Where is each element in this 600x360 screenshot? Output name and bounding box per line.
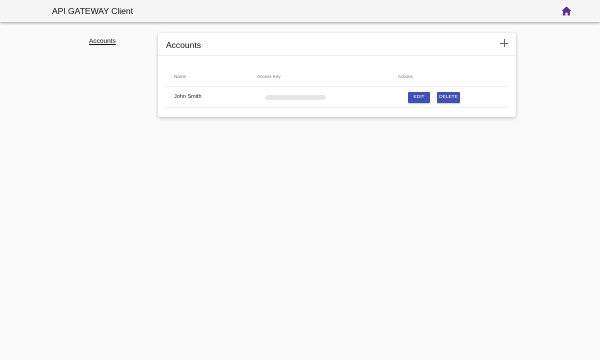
column-header-access-key: Access Key <box>257 74 281 79</box>
table-row: John Smith EDIT DELETE <box>166 88 508 108</box>
delete-button[interactable]: DELETE <box>437 92 460 103</box>
account-name-cell: John Smith <box>174 94 202 100</box>
home-button[interactable] <box>561 6 572 16</box>
edit-button[interactable]: EDIT <box>408 92 430 103</box>
card-title: Accounts <box>166 40 201 50</box>
column-header-actions: Actions <box>398 74 413 79</box>
app-title: API GATEWAY Client <box>52 6 133 16</box>
access-key-redacted <box>265 95 326 100</box>
sidebar-item-accounts[interactable]: Accounts <box>89 38 116 45</box>
add-account-plus-icon[interactable] <box>500 39 508 47</box>
column-header-name: Name <box>174 74 187 79</box>
home-icon <box>561 6 572 16</box>
card-header: Accounts <box>158 33 516 56</box>
accounts-table-header: Name Access Key Actions <box>166 69 508 87</box>
app-toolbar: API GATEWAY Client <box>0 0 600 22</box>
